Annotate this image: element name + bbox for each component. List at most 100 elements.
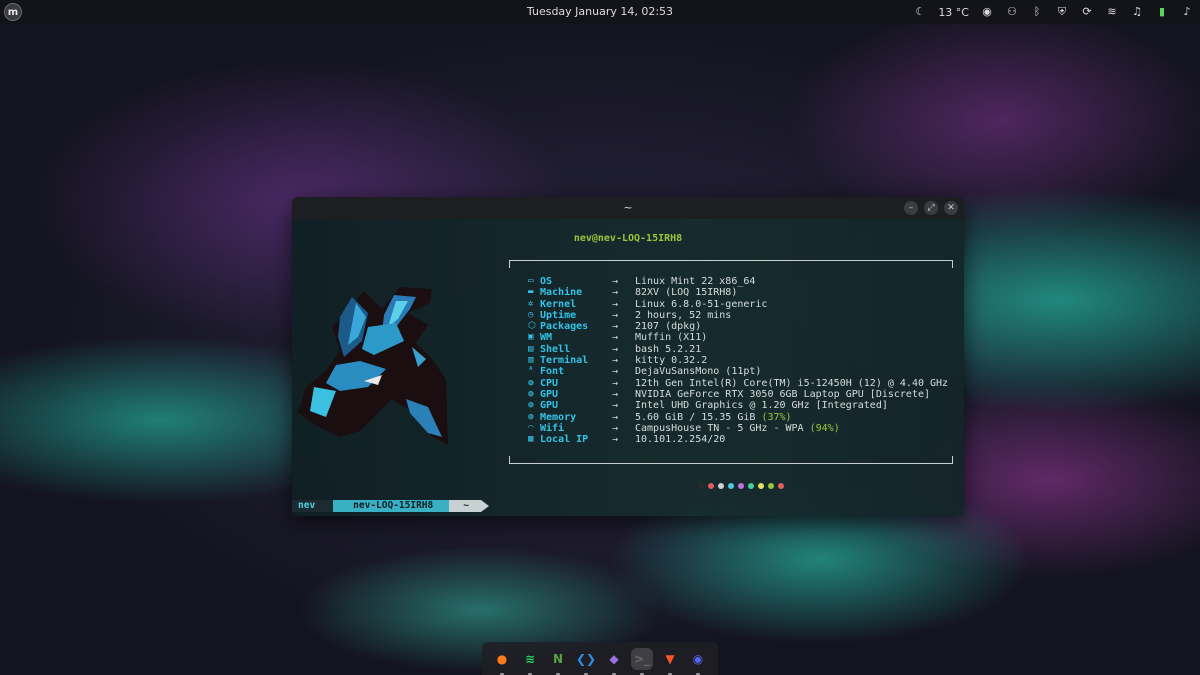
info-key: Wifi xyxy=(540,422,565,434)
arrow: → xyxy=(612,309,619,321)
info-row: ▬ Machine → 82XV (LOQ 15IRH8) xyxy=(528,287,958,298)
font-icon: ᴬ xyxy=(528,366,534,377)
info-percent: (37%) xyxy=(761,411,792,423)
info-row: ᴬ Font → DejaVuSansMono (11pt) xyxy=(528,366,958,377)
shell-icon: ▤ xyxy=(528,343,534,354)
moon-icon: ☾ xyxy=(915,5,926,18)
info-value-text: kitty 0.32.2 xyxy=(635,355,708,367)
discord-launcher[interactable]: ◉ xyxy=(687,648,709,675)
info-value-text: bash 5.2.21 xyxy=(635,343,702,355)
arrow: → xyxy=(612,276,619,287)
wifi-icon: ◠ xyxy=(528,422,534,433)
prompt-arrow xyxy=(480,500,489,512)
arrow: → xyxy=(612,366,619,378)
info-percent: (94%) xyxy=(809,422,840,434)
battery-icon[interactable]: ▮ xyxy=(1155,5,1169,19)
info-value-text: 82XV (LOQ 15IRH8) xyxy=(635,287,738,299)
arrow: → xyxy=(612,355,619,367)
chip-icon: ◍ xyxy=(528,388,534,399)
vscode-launcher[interactable]: ❮❯ xyxy=(575,648,597,675)
chip-icon: ◍ xyxy=(528,400,534,411)
info-key: Machine xyxy=(540,287,583,299)
info-row: ▥ Terminal → kitty 0.32.2 xyxy=(528,355,958,366)
info-key: GPU xyxy=(540,400,559,412)
running-indicator xyxy=(528,672,532,675)
info-key: Local IP xyxy=(540,434,589,446)
palette-dot xyxy=(718,483,724,489)
music-icon[interactable]: ♫ xyxy=(1130,5,1144,19)
palette-dot xyxy=(748,483,754,489)
brave-launcher[interactable]: ▼ xyxy=(659,648,681,675)
palette-dot xyxy=(698,483,704,489)
info-row: ◠ Wifi → CampusHouse TN - 5 GHz - WPA (94%) xyxy=(528,423,958,434)
info-value: 82XV (LOQ 15IRH8) xyxy=(635,287,737,298)
neovim-icon: N xyxy=(552,651,564,666)
discord-icon[interactable]: ◉ xyxy=(980,5,994,19)
info-value: 5.60 GiB / 15.35 GiB (37%) xyxy=(635,412,792,423)
palette-dot xyxy=(708,483,714,489)
info-row: ▤ Shell → bash 5.2.21 xyxy=(528,344,958,355)
dragon-logo xyxy=(298,287,448,445)
info-value-text: 5.60 GiB / 15.35 GiB xyxy=(635,411,756,423)
running-indicator xyxy=(612,672,616,675)
info-value: DejaVuSansMono (11pt) xyxy=(635,366,761,377)
arrow: → xyxy=(612,287,619,299)
info-value-text: CampusHouse TN - 5 GHz - WPA xyxy=(635,422,804,434)
spotify-icon: ≋ xyxy=(524,651,536,666)
palette-dot xyxy=(778,483,784,489)
minimize-button[interactable]: – xyxy=(904,201,918,215)
arrow: → xyxy=(612,411,619,423)
info-key: Kernel xyxy=(540,298,577,310)
info-row: ◍ GPU → NVIDIA GeForce RTX 3050 6GB Laptop … xyxy=(528,389,958,400)
info-key: Packages xyxy=(540,321,589,333)
running-indicator xyxy=(556,672,560,675)
neovim-launcher[interactable]: N xyxy=(547,648,569,675)
dock: ● ≋ N ❮❯ ◆ >_ ▼ ◉ xyxy=(482,642,718,675)
info-value-text: NVIDIA GeForce RTX 3050 6GB Laptop GPU [… xyxy=(635,388,931,400)
palette-dot xyxy=(758,483,764,489)
laptop-icon: ▬ xyxy=(528,287,534,298)
info-key: GPU xyxy=(540,388,559,400)
bell-icon[interactable]: ♪ xyxy=(1180,5,1194,19)
window-title: ~ xyxy=(623,201,633,214)
maximize-button[interactable]: ⤢ xyxy=(924,201,938,215)
info-value: kitty 0.32.2 xyxy=(635,355,707,366)
system-tray: ☾ 13 °C ◉ ⚇ ᛒ ⛨ ⟳ ≋ ♫ ▮ ♪ xyxy=(913,3,1194,21)
close-button[interactable]: ✕ xyxy=(944,201,958,215)
info-row: ◍ GPU → Intel UHD Graphics @ 1.20 GHz [Inte… xyxy=(528,400,958,411)
firefox-launcher[interactable]: ● xyxy=(491,648,513,675)
arrow: → xyxy=(612,343,619,355)
running-indicator xyxy=(668,672,672,675)
terminal-content[interactable]: nev@nev-LOQ-15IRH8 ▭ OS → Linux Mint 22 x86… xyxy=(292,219,964,516)
shell-prompt: nev nev-LOQ-15IRH8 ~ xyxy=(292,500,489,512)
info-row: ◍ CPU → 12th Gen Intel(R) Core(TM) i5-12450… xyxy=(528,378,958,389)
info-value-text: Intel UHD Graphics @ 1.20 GHz [Integrate… xyxy=(635,400,888,412)
chip-icon: ◍ xyxy=(528,377,534,388)
obsidian-launcher[interactable]: ◆ xyxy=(603,648,625,675)
wifi-icon[interactable]: ≋ xyxy=(1105,5,1119,19)
sync-icon[interactable]: ⟳ xyxy=(1080,5,1094,19)
arrow: → xyxy=(612,321,619,333)
color-palette xyxy=(698,483,784,489)
info-value-text: DejaVuSansMono (11pt) xyxy=(635,366,762,378)
terminal-launcher[interactable]: >_ xyxy=(631,647,653,675)
info-row: ⬡ Packages → 2107 (dpkg) xyxy=(528,321,958,332)
info-key: OS xyxy=(540,276,553,287)
weather-applet[interactable]: 13 °C xyxy=(938,6,969,19)
info-value-text: Linux 6.8.0-51-generic xyxy=(635,298,768,310)
prompt-dir: ~ xyxy=(449,500,481,512)
info-value-text: Linux Mint 22 x86_64 xyxy=(635,276,756,287)
system-info-list: ▭ OS → Linux Mint 22 x86_64 ▬ Machine → 82XV (L… xyxy=(528,276,958,445)
window-titlebar[interactable]: ~ – ⤢ ✕ xyxy=(292,197,964,219)
info-key: Terminal xyxy=(540,355,589,367)
palette-dot xyxy=(768,483,774,489)
monitor-icon: ▭ xyxy=(528,276,534,286)
bluetooth-icon[interactable]: ᛒ xyxy=(1030,5,1044,19)
arrow: → xyxy=(612,377,619,389)
shield-icon[interactable]: ⛨ xyxy=(1055,5,1069,19)
network-icon[interactable]: ⚇ xyxy=(1005,5,1019,19)
info-value: Linux Mint 22 x86_64 xyxy=(635,276,755,287)
info-value: Muffin (X11) xyxy=(635,332,707,343)
spotify-launcher[interactable]: ≋ xyxy=(519,648,541,675)
discord-icon: ◉ xyxy=(692,651,704,666)
